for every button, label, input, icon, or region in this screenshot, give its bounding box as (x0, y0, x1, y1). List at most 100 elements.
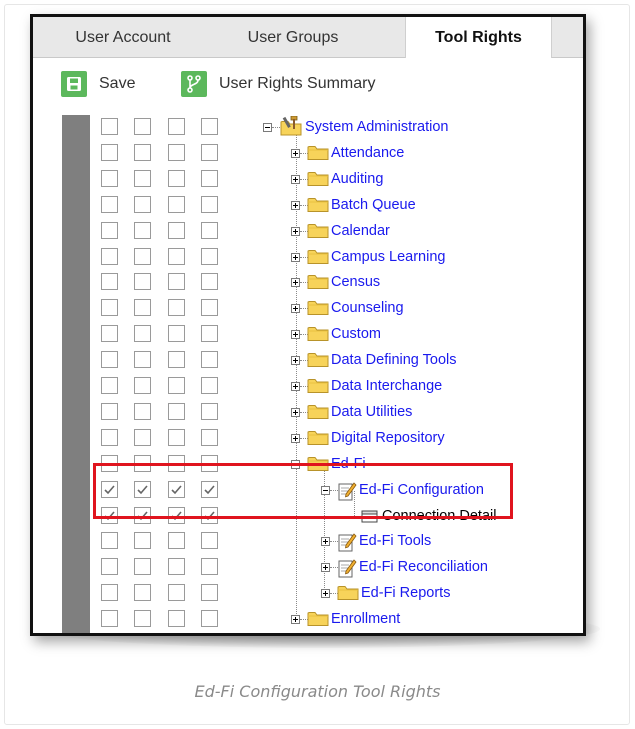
rights-checkbox[interactable] (201, 377, 218, 394)
rights-checkbox[interactable] (101, 428, 118, 446)
rights-checkbox[interactable] (101, 247, 118, 265)
rights-checkbox[interactable] (168, 143, 185, 161)
tree-node-label[interactable]: Attendance (331, 144, 404, 162)
rights-checkbox[interactable] (101, 325, 118, 343)
expand-toggle[interactable] (291, 174, 300, 184)
rights-checkbox[interactable] (168, 195, 185, 213)
rights-checkbox[interactable] (101, 221, 118, 239)
rights-checkbox[interactable] (201, 169, 218, 187)
tree-node-label[interactable]: Custom (331, 325, 381, 343)
expand-toggle[interactable] (321, 537, 330, 547)
rights-checkbox[interactable] (201, 402, 218, 420)
user-rights-summary-button[interactable]: User Rights Summary (181, 70, 375, 98)
expand-toggle[interactable] (321, 563, 330, 573)
rights-checkbox[interactable] (201, 221, 218, 239)
tree-node-label[interactable]: Ed-Fi Tools (359, 532, 431, 550)
expand-toggle[interactable] (291, 304, 300, 314)
rights-checkbox[interactable] (201, 428, 218, 446)
rights-checkbox[interactable] (134, 402, 151, 420)
rights-checkbox[interactable] (101, 351, 118, 369)
rights-checkbox[interactable] (134, 247, 151, 265)
tree-node-label[interactable]: Data Defining Tools (331, 351, 456, 369)
rights-checkbox[interactable] (201, 532, 218, 550)
rights-checkbox[interactable] (168, 299, 185, 317)
rights-checkbox[interactable] (134, 221, 151, 239)
tree-node-label[interactable]: Ed-Fi Reports (361, 584, 450, 602)
tree-node-label[interactable]: Census (331, 273, 380, 291)
tree-node-label[interactable]: System Administration (305, 118, 448, 136)
rights-checkbox[interactable] (168, 118, 185, 135)
tree-node-label[interactable]: Auditing (331, 170, 383, 188)
rights-checkbox[interactable] (201, 299, 218, 317)
rights-checkbox[interactable] (134, 273, 151, 291)
tab-user-account[interactable]: User Account (53, 17, 193, 58)
rights-checkbox[interactable] (101, 377, 118, 394)
expand-toggle[interactable] (321, 589, 330, 599)
rights-checkbox[interactable] (134, 558, 151, 576)
rights-checkbox[interactable] (101, 143, 118, 161)
save-button[interactable]: Save (61, 70, 135, 98)
rights-checkbox[interactable] (134, 351, 151, 369)
tree-node-label[interactable]: Calendar (331, 222, 390, 240)
expand-toggle[interactable] (291, 200, 300, 210)
expand-toggle[interactable] (291, 148, 300, 158)
rights-checkbox[interactable] (101, 169, 118, 187)
rights-checkbox[interactable] (134, 428, 151, 446)
rights-checkbox[interactable] (134, 118, 151, 135)
rights-checkbox[interactable] (201, 558, 218, 576)
rights-checkbox[interactable] (168, 610, 185, 628)
tree-node-label[interactable]: Ed-Fi Reconciliation (359, 558, 488, 576)
tab-user-groups[interactable]: User Groups (228, 17, 358, 58)
expand-toggle[interactable] (291, 330, 300, 340)
rights-checkbox[interactable] (201, 143, 218, 161)
rights-checkbox[interactable] (201, 351, 218, 369)
tree-node-label[interactable]: Data Interchange (331, 377, 442, 395)
tree-node-label[interactable]: Batch Queue (331, 196, 416, 214)
rights-checkbox[interactable] (101, 610, 118, 628)
rights-checkbox[interactable] (101, 532, 118, 550)
rights-checkbox[interactable] (101, 273, 118, 291)
expand-toggle[interactable] (291, 407, 300, 417)
rights-checkbox[interactable] (168, 351, 185, 369)
tree-node-label[interactable]: Enrollment (331, 610, 400, 628)
rights-checkbox[interactable] (201, 584, 218, 602)
rights-checkbox[interactable] (201, 118, 218, 135)
rights-checkbox[interactable] (168, 169, 185, 187)
rights-checkbox[interactable] (201, 195, 218, 213)
rights-checkbox[interactable] (168, 558, 185, 576)
expand-toggle[interactable] (291, 252, 300, 262)
rights-checkbox[interactable] (134, 584, 151, 602)
tree-node-label[interactable]: Counseling (331, 299, 404, 317)
rights-checkbox[interactable] (101, 558, 118, 576)
expand-toggle[interactable] (291, 382, 300, 391)
rights-checkbox[interactable] (201, 610, 218, 628)
rights-checkbox[interactable] (134, 195, 151, 213)
expand-toggle[interactable] (291, 278, 300, 288)
rights-checkbox[interactable] (101, 118, 118, 135)
rights-checkbox[interactable] (134, 299, 151, 317)
rights-checkbox[interactable] (101, 299, 118, 317)
rights-checkbox[interactable] (168, 247, 185, 265)
rights-checkbox[interactable] (168, 532, 185, 550)
tree-node-label[interactable]: Data Utilities (331, 403, 412, 421)
rights-checkbox[interactable] (134, 169, 151, 187)
tree-node-label[interactable]: Digital Repository (331, 429, 445, 447)
rights-checkbox[interactable] (168, 428, 185, 446)
rights-checkbox[interactable] (168, 325, 185, 343)
rights-checkbox[interactable] (101, 584, 118, 602)
rights-checkbox[interactable] (101, 402, 118, 420)
rights-checkbox[interactable] (134, 377, 151, 394)
rights-checkbox[interactable] (201, 247, 218, 265)
rights-checkbox[interactable] (201, 273, 218, 291)
rights-checkbox[interactable] (134, 325, 151, 343)
rights-checkbox[interactable] (168, 273, 185, 291)
expand-toggle[interactable] (291, 226, 300, 236)
expand-toggle[interactable] (291, 433, 300, 443)
rights-checkbox[interactable] (168, 377, 185, 394)
rights-checkbox[interactable] (168, 221, 185, 239)
rights-checkbox[interactable] (134, 610, 151, 628)
rights-checkbox[interactable] (168, 402, 185, 420)
rights-checkbox[interactable] (201, 325, 218, 343)
tab-tool-rights[interactable]: Tool Rights (405, 17, 552, 59)
expand-toggle[interactable] (291, 615, 300, 625)
